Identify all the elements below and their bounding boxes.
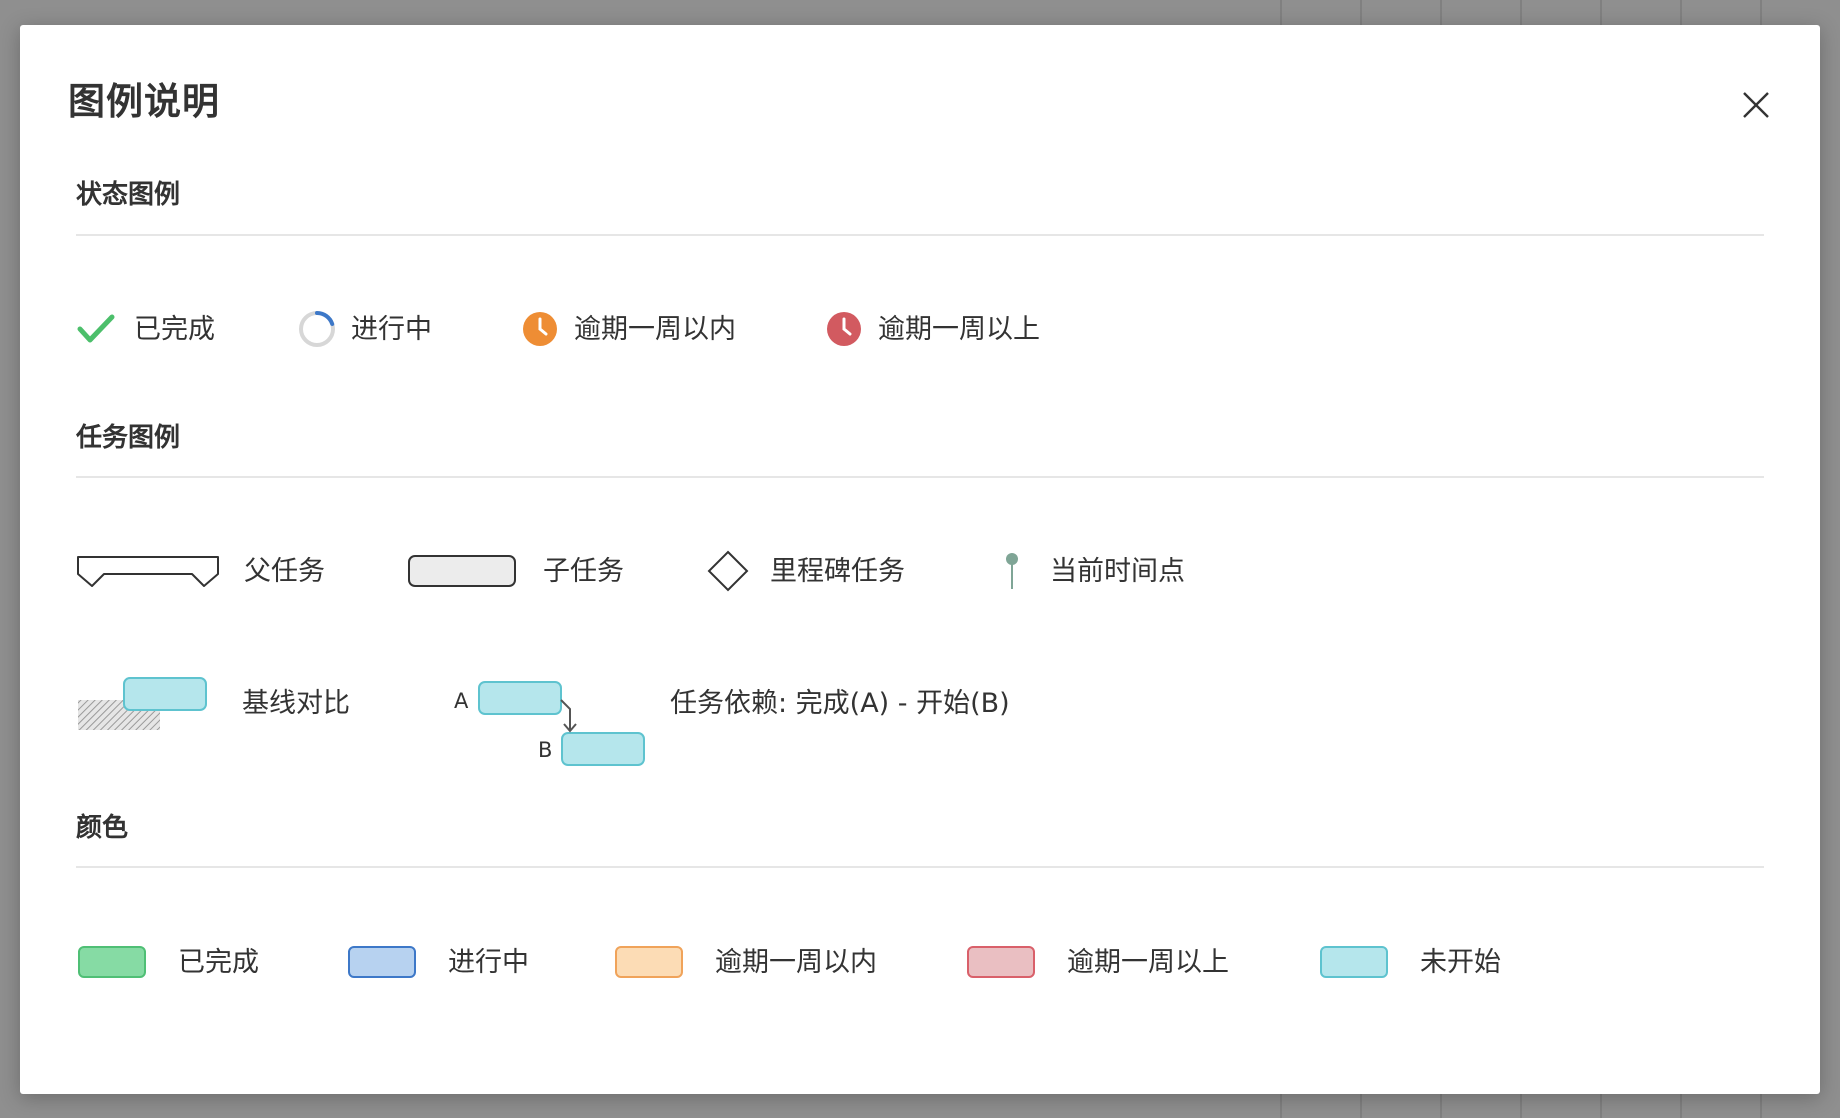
status-label-completed: 已完成 <box>134 313 215 345</box>
status-label-overdue-within-week: 逾期一周以内 <box>574 313 736 345</box>
task-item-baseline: 基线对比 <box>76 673 350 733</box>
color-item-completed: 已完成 <box>78 940 259 984</box>
color-section-title: 颜色 <box>76 813 129 843</box>
clock-red-icon <box>827 312 861 346</box>
task-item-parent: 父任务 <box>76 549 325 593</box>
task-item-current-time: 当前时间点 <box>1000 549 1185 593</box>
swatch-overdue-within-week <box>615 946 683 978</box>
close-icon <box>1743 92 1769 118</box>
task-label-parent: 父任务 <box>244 555 325 587</box>
color-label-in-progress: 进行中 <box>448 946 529 978</box>
task-item-milestone: 里程碑任务 <box>706 549 905 593</box>
color-label-overdue-over-week: 逾期一周以上 <box>1067 946 1229 978</box>
color-divider <box>76 866 1764 868</box>
task-divider <box>76 476 1764 478</box>
task-label-baseline: 基线对比 <box>242 687 350 719</box>
close-button[interactable] <box>1736 85 1776 125</box>
baseline-compare-shape <box>78 677 207 730</box>
color-label-completed: 已完成 <box>178 946 259 978</box>
dependency-arrow-icon <box>478 681 645 766</box>
task-label-milestone: 里程碑任务 <box>770 555 905 587</box>
task-label-dependency: 任务依赖: 完成(A) - 开始(B) <box>670 687 1010 719</box>
subtask-shape <box>408 555 516 587</box>
swatch-completed <box>78 946 146 978</box>
clock-orange-icon <box>523 312 557 346</box>
color-item-not-started: 未开始 <box>1320 940 1501 984</box>
status-section-title: 状态图例 <box>76 180 181 210</box>
modal-title: 图例说明 <box>68 80 220 123</box>
color-item-overdue-within-week: 逾期一周以内 <box>615 940 877 984</box>
task-label-current-time: 当前时间点 <box>1050 555 1185 587</box>
task-section-title: 任务图例 <box>76 423 181 453</box>
status-item-completed: 已完成 <box>76 307 215 351</box>
status-label-overdue-over-week: 逾期一周以上 <box>878 313 1040 345</box>
current-time-pin-icon <box>1006 553 1018 589</box>
task-item-subtask: 子任务 <box>408 549 624 593</box>
color-label-overdue-within-week: 逾期一周以内 <box>715 946 877 978</box>
color-item-overdue-over-week: 逾期一周以上 <box>967 940 1229 984</box>
status-item-overdue-within-week: 逾期一周以内 <box>520 307 736 351</box>
status-divider <box>76 234 1764 236</box>
swatch-not-started <box>1320 946 1388 978</box>
task-label-subtask: 子任务 <box>543 555 624 587</box>
parent-task-shape <box>77 556 219 587</box>
swatch-overdue-over-week <box>967 946 1035 978</box>
status-item-in-progress: 进行中 <box>297 307 432 351</box>
task-item-dependency: 任务依赖: 完成(A) - 开始(B) <box>670 681 1010 725</box>
swatch-in-progress <box>348 946 416 978</box>
status-label-in-progress: 进行中 <box>351 313 432 345</box>
progress-ring-icon <box>299 311 335 347</box>
milestone-diamond-icon <box>707 550 749 592</box>
color-label-not-started: 未开始 <box>1420 946 1501 978</box>
color-item-in-progress: 进行中 <box>348 940 529 984</box>
status-item-overdue-over-week: 逾期一周以上 <box>824 307 1040 351</box>
legend-modal: 图例说明 状态图例 已完成 进行中 逾期一周以内 逾期一周以上 任务图例 父任务… <box>20 25 1820 1094</box>
dependency-shape: A B <box>430 655 670 770</box>
check-icon <box>77 314 115 343</box>
